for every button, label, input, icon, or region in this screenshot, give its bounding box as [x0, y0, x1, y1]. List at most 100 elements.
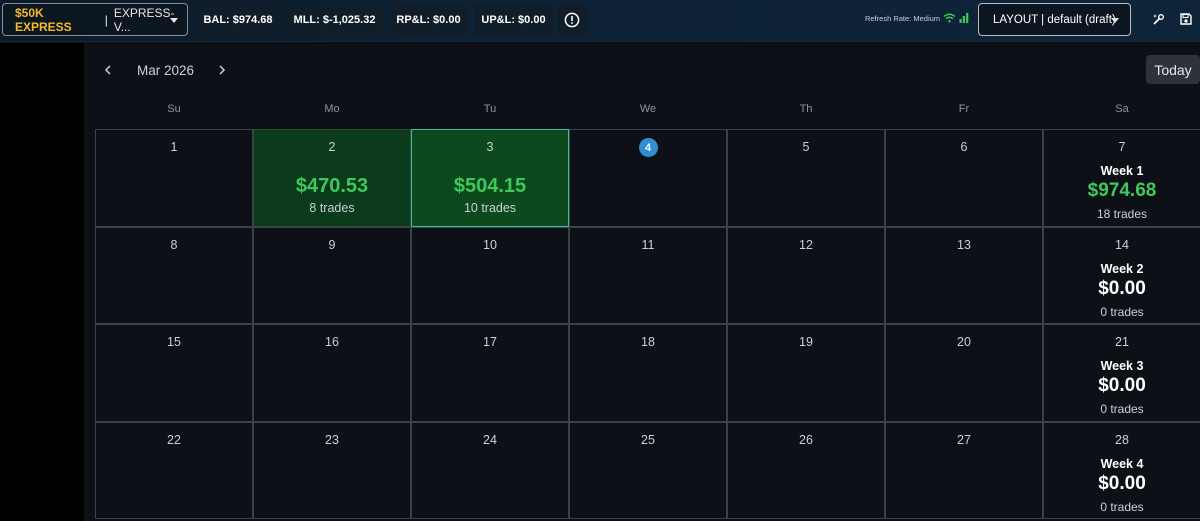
- wifi-icon: [943, 13, 956, 23]
- calendar-day-cell[interactable]: 12: [727, 226, 885, 324]
- calendar-day-cell[interactable]: 1: [95, 129, 253, 227]
- calendar-day-cell[interactable]: 11: [569, 226, 727, 324]
- week-pnl: $0.00: [1098, 472, 1146, 494]
- day-number: 2: [328, 140, 336, 154]
- week-summary-cell[interactable]: 14 Week 2 $0.00 0 trades: [1043, 226, 1200, 324]
- calendar-day-cell[interactable]: 15: [95, 324, 253, 422]
- calendar-day-cell[interactable]: 3 $504.15 10 trades: [411, 129, 569, 227]
- week-trade-count: 18 trades: [1096, 207, 1148, 221]
- save-icon[interactable]: [1179, 12, 1193, 26]
- week-pnl: $0.00: [1098, 375, 1146, 396]
- week-trade-count: 0 trades: [1100, 499, 1144, 514]
- top-bar: $50K EXPRESS | EXPRESS-V... BAL: $974.68…: [0, 0, 1200, 42]
- calendar-day-cell[interactable]: 17: [411, 324, 569, 422]
- day-pnl: $470.53: [295, 175, 369, 197]
- week-trade-count: 0 trades: [1100, 402, 1144, 416]
- day-number: 1: [170, 140, 178, 154]
- layout-select-label: LAYOUT | default (draft): [993, 13, 1116, 26]
- day-number: 25: [641, 432, 655, 447]
- day-number: 17: [483, 335, 497, 349]
- next-month-button[interactable]: [214, 60, 230, 80]
- calendar-day-cell[interactable]: 25: [569, 421, 727, 519]
- day-number: 3: [486, 140, 494, 154]
- weekday-header: Sa: [1115, 103, 1129, 115]
- calendar-day-cell[interactable]: 16: [253, 324, 411, 422]
- calendar-day-cell[interactable]: 18: [569, 324, 727, 422]
- day-number: 12: [799, 237, 813, 252]
- day-number: 14: [1115, 237, 1129, 252]
- calendar-day-cell[interactable]: 2 $470.53 8 trades: [253, 129, 411, 227]
- alert-circle-icon: [564, 12, 580, 28]
- calendar-day-cell[interactable]: 27: [885, 421, 1043, 519]
- calendar-day-cell[interactable]: 5: [727, 129, 885, 227]
- week-label: Week 2: [1100, 261, 1144, 276]
- magic-wand-icon[interactable]: [1151, 12, 1165, 26]
- weekday-header: Mo: [324, 103, 340, 115]
- calendar-day-cell[interactable]: 19: [727, 324, 885, 422]
- chevron-down-icon: [1111, 18, 1119, 23]
- day-number: 5: [802, 140, 810, 154]
- previous-month-button[interactable]: [100, 60, 116, 80]
- week-summary-cell[interactable]: 28 Week 4 $0.00 0 trades: [1043, 421, 1200, 519]
- day-number: 6: [960, 140, 968, 154]
- calendar-day-cell[interactable]: 26: [727, 421, 885, 519]
- day-number: 9: [328, 237, 336, 252]
- weekday-header: Su: [167, 103, 181, 115]
- week-label: Week 3: [1100, 359, 1144, 373]
- calendar-day-cell[interactable]: 24: [411, 421, 569, 519]
- account-select[interactable]: $50K EXPRESS | EXPRESS-V...: [2, 3, 188, 36]
- week-trade-count: 0 trades: [1100, 304, 1144, 319]
- calendar-day-cell[interactable]: 23: [253, 421, 411, 519]
- calendar-day-cell[interactable]: 22: [95, 421, 253, 519]
- today-button[interactable]: Today: [1146, 55, 1200, 84]
- mll-stat: MLL: $-1,025.32: [286, 4, 383, 36]
- calendar-navigation: Mar 2026: [100, 58, 230, 82]
- weekday-header: Tu: [483, 103, 497, 115]
- week-summary-cell[interactable]: 7 Week 1 $974.68 18 trades: [1043, 129, 1200, 227]
- calendar-day-cell[interactable]: 13: [885, 226, 1043, 324]
- day-number: 16: [325, 335, 339, 349]
- day-number: 10: [483, 237, 497, 252]
- alert-button[interactable]: [557, 4, 587, 36]
- day-number: 15: [167, 335, 181, 349]
- week-label: Week 4: [1100, 456, 1144, 471]
- day-number: 19: [799, 335, 813, 349]
- day-number: 28: [1115, 432, 1129, 447]
- calendar-day-cell[interactable]: 10: [411, 226, 569, 324]
- weekday-header: We: [639, 103, 657, 115]
- week-label: Week 1: [1100, 164, 1144, 178]
- unrealized-pnl-stat: UP&L: $0.00: [474, 4, 553, 36]
- account-name: $50K EXPRESS: [15, 5, 72, 34]
- day-number: 21: [1115, 335, 1129, 349]
- chevron-left-icon: [104, 65, 111, 75]
- day-number: 27: [957, 432, 971, 447]
- calendar-day-cell[interactable]: 6: [885, 129, 1043, 227]
- calendar-day-cell[interactable]: 20: [885, 324, 1043, 422]
- calendar-day-cell[interactable]: 4: [569, 129, 727, 227]
- realized-pnl-stat: RP&L: $0.00: [390, 4, 467, 36]
- day-number: 8: [170, 237, 178, 252]
- day-trade-count: 10 trades: [463, 201, 517, 215]
- month-label: Mar 2026: [137, 62, 195, 78]
- day-number: 7: [1118, 140, 1126, 154]
- week-pnl: $0.00: [1098, 277, 1146, 299]
- weekday-header: Th: [799, 103, 813, 115]
- day-number: 24: [483, 432, 497, 447]
- chevron-down-icon: [170, 18, 178, 23]
- signal-bars-icon: [959, 13, 969, 23]
- calendar-day-cell[interactable]: 8: [95, 226, 253, 324]
- week-pnl: $974.68: [1087, 180, 1157, 201]
- balance-stat: BAL: $974.68: [195, 4, 281, 36]
- week-summary-cell[interactable]: 21 Week 3 $0.00 0 trades: [1043, 324, 1200, 422]
- today-day-badge: 4: [638, 138, 658, 157]
- layout-select[interactable]: LAYOUT | default (draft): [978, 3, 1131, 36]
- day-pnl: $504.15: [453, 175, 527, 197]
- day-number: 26: [799, 432, 813, 447]
- day-number: 11: [641, 237, 655, 252]
- calendar-day-cell[interactable]: 9: [253, 226, 411, 324]
- left-panel: [0, 43, 84, 521]
- day-number: 18: [641, 335, 655, 349]
- day-trade-count: 8 trades: [309, 201, 355, 215]
- day-number: 23: [325, 432, 339, 447]
- chevron-right-icon: [219, 65, 226, 75]
